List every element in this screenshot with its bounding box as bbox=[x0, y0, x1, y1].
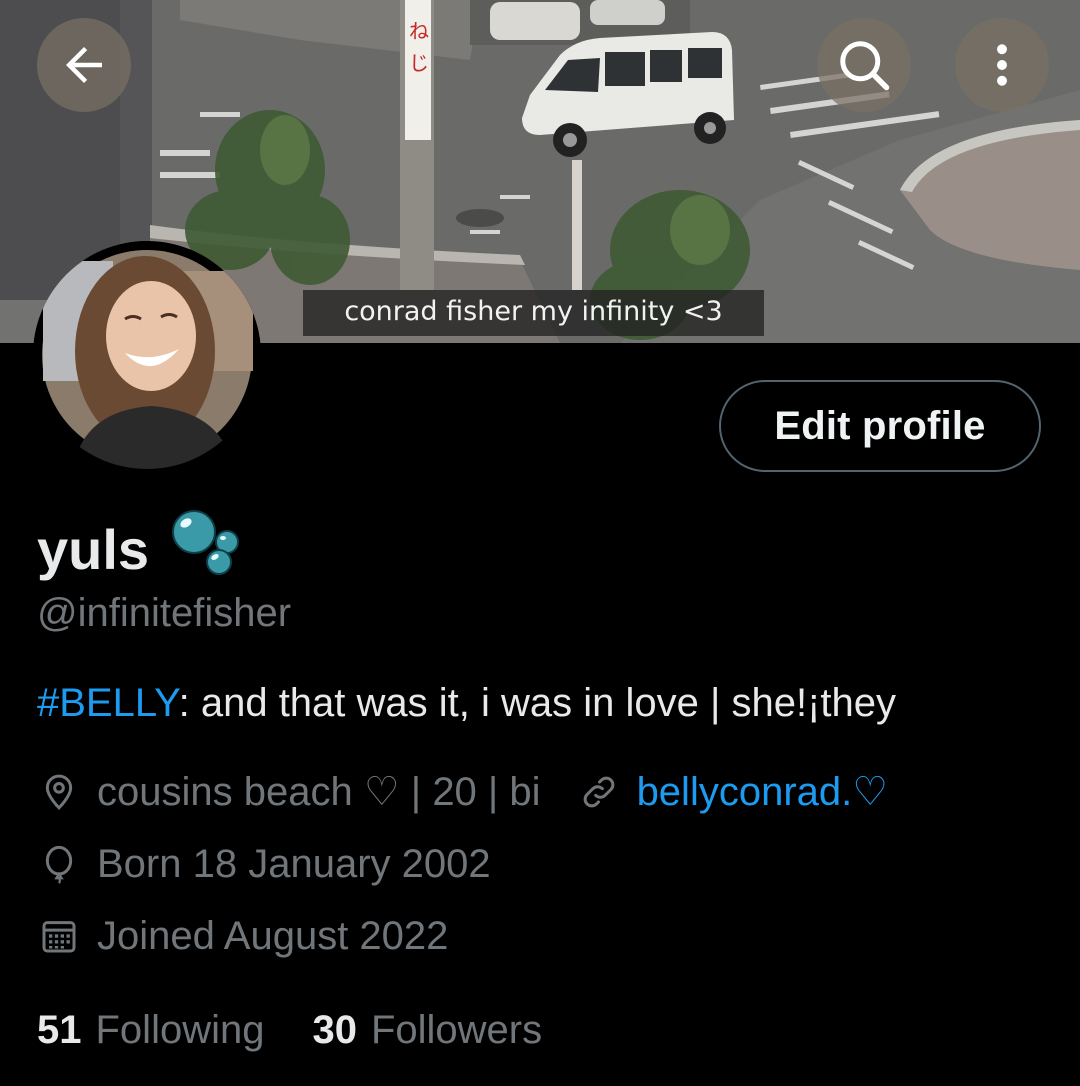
search-button[interactable] bbox=[817, 18, 911, 112]
link-icon bbox=[577, 770, 621, 814]
avatar-photo bbox=[33, 241, 261, 469]
following-label: Following bbox=[95, 1008, 265, 1052]
birthday-text: Born 18 January 2002 bbox=[97, 842, 491, 886]
followers-link[interactable]: 30 Followers bbox=[312, 1004, 542, 1056]
joined-text: Joined August 2022 bbox=[97, 914, 449, 958]
follow-stats: 51 Following 30 Followers bbox=[37, 1004, 542, 1056]
location-row: cousins beach ♡ | 20 | bi bellyconrad.♡ bbox=[37, 766, 888, 818]
balloon-icon bbox=[37, 842, 81, 886]
following-count: 51 bbox=[37, 1008, 82, 1052]
location-pin-icon bbox=[37, 770, 81, 814]
banner-caption: conrad fisher my infinity <3 bbox=[303, 290, 764, 336]
more-vertical-icon bbox=[997, 44, 1007, 86]
svg-text:じ: じ bbox=[409, 51, 429, 75]
followers-count: 30 bbox=[312, 1008, 357, 1052]
location-text: cousins beach ♡ | 20 | bi bbox=[97, 770, 541, 814]
back-button[interactable] bbox=[37, 18, 131, 112]
birthday-row: Born 18 January 2002 bbox=[37, 838, 491, 890]
bubbles-emoji-icon bbox=[169, 508, 247, 591]
profile-bio: #BELLY: and that was it, i was in love |… bbox=[37, 677, 896, 729]
avatar[interactable] bbox=[33, 241, 261, 469]
followers-label: Followers bbox=[370, 1008, 543, 1052]
search-icon bbox=[840, 41, 890, 91]
bio-hashtag-link[interactable]: #BELLY bbox=[37, 681, 179, 725]
profile-handle: @infinitefisher bbox=[37, 591, 292, 635]
website-link-text[interactable]: bellyconrad.♡ bbox=[637, 766, 889, 818]
website-link[interactable]: bellyconrad.♡ bbox=[577, 766, 889, 818]
calendar-icon bbox=[37, 914, 81, 958]
bio-text: : and that was it, i was in love | she!¡… bbox=[178, 681, 897, 725]
joined-row: Joined August 2022 bbox=[37, 910, 448, 962]
display-name: yuls bbox=[37, 508, 247, 591]
display-name-text: yuls bbox=[37, 517, 150, 581]
more-button[interactable] bbox=[955, 18, 1049, 112]
edit-profile-button[interactable]: Edit profile bbox=[719, 380, 1041, 472]
svg-text:ね: ね bbox=[409, 19, 429, 43]
following-link[interactable]: 51 Following bbox=[37, 1004, 264, 1056]
arrow-left-icon bbox=[66, 47, 102, 83]
